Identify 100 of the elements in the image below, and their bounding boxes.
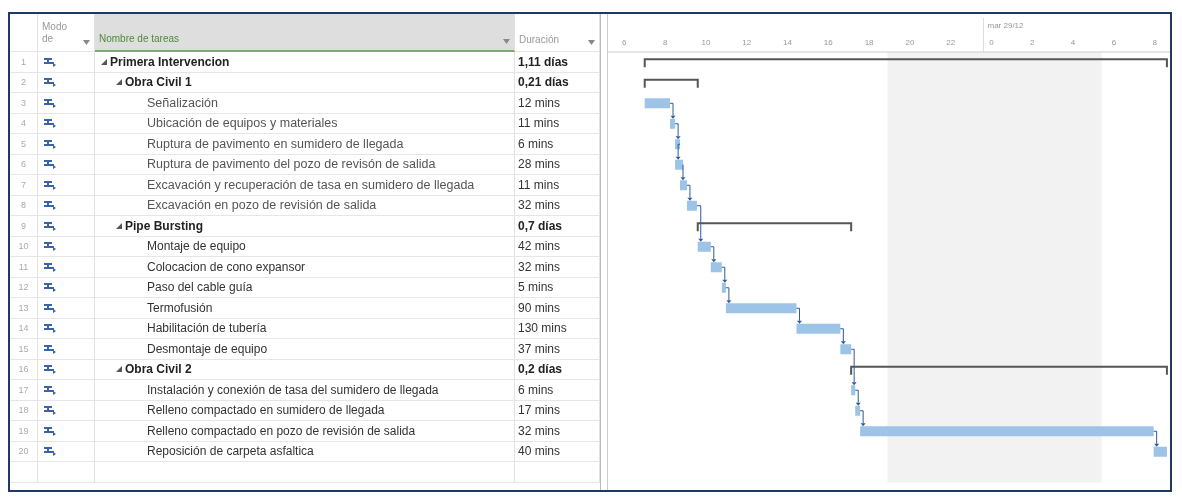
link-arrow — [680, 164, 686, 181]
row-number: 13 — [18, 302, 29, 313]
link-arrow — [854, 389, 861, 406]
row-number: 1 — [21, 56, 26, 67]
duration-cell: 12 mins — [518, 95, 561, 110]
task-bar — [644, 98, 670, 109]
task-bar — [697, 241, 711, 252]
row-number: 2 — [21, 77, 26, 88]
task-mode-icon — [44, 261, 56, 272]
task-bar — [686, 200, 697, 211]
duration-cell: 1,11 días — [518, 54, 569, 69]
task-name: Termofusión — [147, 300, 213, 315]
task-bar — [675, 139, 680, 150]
duration-cell: 32 mins — [518, 198, 561, 213]
task-name: Habilitación de tubería — [147, 321, 267, 336]
task-bar — [680, 180, 687, 191]
task-bar — [670, 118, 676, 129]
collapse-icon[interactable] — [116, 79, 122, 86]
task-bar — [840, 344, 852, 355]
task-mode-icon — [44, 302, 56, 313]
task-name: Relleno compactado en pozo de revisión de salida — [147, 423, 416, 438]
row-number: 3 — [21, 97, 26, 108]
duration-cell: 17 mins — [518, 403, 561, 418]
row-number: 18 — [18, 405, 29, 416]
task-name: Montaje de equipo — [147, 239, 246, 254]
task-name: Pipe Bursting — [125, 218, 203, 233]
link-arrow — [859, 410, 866, 427]
column-header[interactable]: Nombre de tareas — [95, 14, 515, 52]
task-mode-icon — [44, 56, 56, 67]
task-name: Instalación y conexión de tasa del sumidero de llegada — [147, 382, 439, 397]
date-label: mar 29/12 — [987, 21, 1024, 30]
row-number: 11 — [18, 261, 29, 272]
task-bar — [1153, 446, 1167, 457]
hour-label: 10 — [701, 38, 711, 47]
task-mode-icon — [44, 118, 56, 129]
row-number: 12 — [18, 282, 29, 293]
row-number: 7 — [21, 179, 26, 190]
hour-label: 6 — [622, 38, 627, 47]
task-name: Excavación en pozo de revisión de salida — [147, 198, 377, 213]
duration-cell: 130 mins — [518, 321, 567, 336]
row-number: 8 — [21, 200, 26, 211]
hour-label: 8 — [1152, 38, 1157, 47]
task-mode-icon — [44, 323, 56, 334]
task-mode-icon — [44, 384, 56, 395]
dropdown-caret-icon[interactable] — [503, 39, 510, 44]
duration-cell: 28 mins — [518, 157, 561, 172]
dropdown-caret-icon[interactable] — [588, 40, 595, 45]
duration-cell: 6 mins — [518, 382, 554, 397]
task-mode-icon — [44, 446, 56, 457]
task-mode-icon — [44, 220, 56, 231]
row-number: 20 — [18, 446, 29, 457]
hour-label: 0 — [989, 38, 994, 47]
duration-cell: 5 mins — [518, 280, 554, 295]
task-mode-icon — [44, 364, 56, 375]
task-name: Reposición de carpeta asfaltica — [147, 444, 314, 459]
duration-cell: 32 mins — [518, 259, 561, 274]
duration-cell: 11 mins — [518, 177, 560, 192]
link-arrow — [1153, 430, 1160, 447]
link-arrow — [796, 307, 802, 324]
task-name: Ubicación de equipos y materiales — [147, 116, 338, 131]
dropdown-caret-icon[interactable] — [83, 40, 90, 45]
collapse-icon[interactable] — [116, 222, 122, 229]
task-mode-icon — [44, 241, 56, 252]
link-arrow — [839, 328, 846, 345]
task-bar — [796, 323, 841, 334]
task-name: Ruptura de pavimento del pozo de revisón de salida — [147, 157, 436, 172]
hour-label: 6 — [1111, 38, 1117, 47]
duration-cell: 0,21 días — [518, 75, 569, 90]
task-name: Primera Intervencion — [110, 54, 230, 69]
link-arrow — [675, 143, 681, 160]
collapse-icon[interactable] — [116, 366, 122, 373]
hour-label: 2 — [1030, 38, 1035, 47]
task-mode-icon — [44, 138, 56, 149]
row-number: 9 — [21, 220, 26, 231]
task-bar — [851, 385, 856, 396]
column-header[interactable]: Duración — [515, 14, 600, 52]
hour-label: 18 — [864, 38, 874, 47]
link-arrow — [669, 102, 676, 119]
task-bar — [721, 282, 726, 293]
row-number: 16 — [18, 364, 29, 375]
link-arrow — [710, 246, 717, 263]
duration-cell: 0,2 días — [518, 362, 563, 377]
task-name: Obra Civil 1 — [125, 75, 192, 90]
task-mode-icon — [44, 282, 56, 293]
summary-bar — [643, 77, 699, 89]
link-arrow — [686, 184, 693, 201]
duration-cell: 32 mins — [518, 423, 561, 438]
task-name: Señalización — [147, 95, 218, 110]
task-mode-icon — [44, 159, 56, 170]
task-mode-icon — [44, 179, 56, 190]
hour-label: 20 — [905, 38, 915, 47]
task-name: Paso del cable guía — [147, 280, 253, 295]
duration-cell: 90 mins — [518, 300, 561, 315]
task-name: Obra Civil 2 — [125, 362, 192, 377]
hour-label: 8 — [662, 38, 668, 47]
task-name: Colocacion de cono expansor — [147, 259, 306, 274]
collapse-icon[interactable] — [101, 58, 107, 65]
link-arrow — [674, 123, 681, 140]
row-number: 19 — [18, 425, 29, 436]
link-arrow — [850, 348, 857, 386]
